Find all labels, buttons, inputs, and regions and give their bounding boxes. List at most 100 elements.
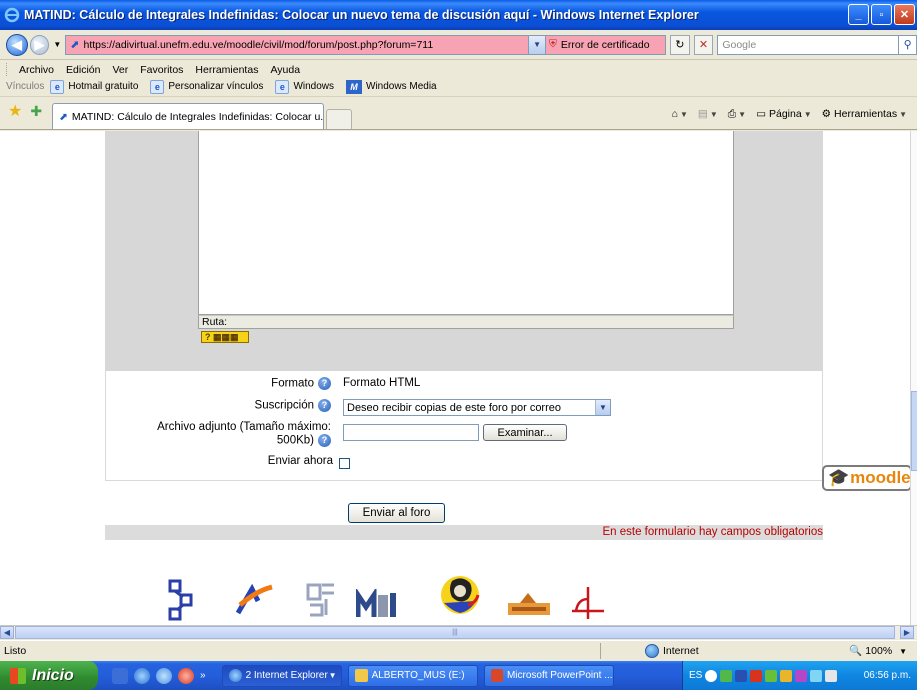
menu-archivo[interactable]: Archivo bbox=[19, 64, 54, 76]
tray-app-icon[interactable] bbox=[780, 669, 793, 682]
menu-ver[interactable]: Ver bbox=[112, 64, 128, 76]
attachment-file-input[interactable] bbox=[343, 424, 479, 441]
mortarboard-icon: 🎓 bbox=[828, 468, 850, 487]
address-dropdown-icon[interactable]: ▼ bbox=[529, 34, 546, 55]
new-tab-button[interactable] bbox=[326, 109, 353, 129]
subscription-label: Suscripción? bbox=[106, 399, 333, 412]
bolivar-portrait-logo-icon bbox=[441, 576, 480, 614]
refresh-icon[interactable]: ↻ bbox=[669, 34, 690, 55]
back-button[interactable]: ◀ bbox=[6, 33, 28, 56]
horizontal-scrollbar[interactable]: ◀ ||| ▶ bbox=[0, 625, 917, 639]
grey-emblem-logo-icon bbox=[306, 583, 334, 617]
address-toolbar: ◀ ▶ ▼ ⬈ https://adivirtual.unefm.edu.ve/… bbox=[0, 30, 917, 60]
tab-active[interactable]: ⬈ MATIND: Cálculo de Integrales Indefini… bbox=[52, 103, 325, 129]
link-windows-media[interactable]: M Windows Media bbox=[346, 79, 437, 94]
format-label-text: Formato bbox=[271, 377, 314, 390]
subscription-select[interactable]: Deseo recibir copias de este foro por co… bbox=[343, 399, 611, 416]
internet-explorer-icon bbox=[4, 7, 20, 23]
menu-herramientas[interactable]: Herramientas bbox=[195, 64, 258, 76]
help-keyboard-icon[interactable]: ? ▦▦▦ bbox=[201, 331, 249, 343]
window-title: MATIND: Cálculo de Integrales Indefinida… bbox=[24, 8, 699, 22]
quick-launch-overflow-icon[interactable]: » bbox=[200, 670, 206, 681]
task-powerpoint[interactable]: Microsoft PowerPoint ... bbox=[483, 664, 614, 687]
toolbar-grip[interactable] bbox=[6, 63, 9, 76]
print-icon[interactable]: ⎙ ▼ bbox=[728, 108, 746, 121]
send-now-label-text: Enviar ahora bbox=[267, 455, 333, 467]
submit-post-button[interactable]: Enviar al foro bbox=[348, 503, 445, 523]
task-alberto-mus[interactable]: ALBERTO_MUS (E:) bbox=[347, 664, 478, 687]
close-icon[interactable]: ✕ bbox=[894, 4, 915, 25]
add-favorite-icon[interactable]: ✚ bbox=[30, 103, 42, 120]
tray-app-icon[interactable] bbox=[750, 669, 763, 682]
search-input[interactable]: Google bbox=[717, 34, 900, 55]
zoom-icon: 🔍 bbox=[849, 645, 863, 657]
vertical-scroll-thumb[interactable] bbox=[911, 391, 917, 471]
browse-button[interactable]: Examinar... bbox=[483, 424, 567, 441]
globe-icon bbox=[645, 643, 659, 658]
scroll-right-icon[interactable]: ▶ bbox=[900, 626, 914, 639]
tray-app-icon[interactable] bbox=[705, 669, 718, 682]
certificate-error-label: Error de certificado bbox=[560, 38, 650, 51]
feeds-icon[interactable]: ▤ ▼ bbox=[698, 108, 718, 120]
window-titlebar: MATIND: Cálculo de Integrales Indefinida… bbox=[0, 0, 917, 30]
stop-icon[interactable]: ✕ bbox=[693, 34, 714, 55]
help-icon[interactable]: ? bbox=[318, 399, 331, 412]
address-bar[interactable]: ⬈ https://adivirtual.unefm.edu.ve/moodle… bbox=[65, 34, 530, 55]
system-tray: ES 06:56 p.m. bbox=[682, 661, 917, 690]
quick-launch: » bbox=[112, 667, 206, 684]
link-hotmail[interactable]: e Hotmail gratuito bbox=[50, 79, 138, 94]
message-editor[interactable] bbox=[198, 131, 734, 315]
forward-button[interactable]: ▶ bbox=[29, 34, 50, 55]
link-windows[interactable]: e Windows bbox=[275, 79, 334, 94]
tab-bar: ★ ✚ ⬈ MATIND: Cálculo de Integrales Inde… bbox=[0, 96, 917, 130]
tray-app-icon[interactable] bbox=[765, 669, 778, 682]
task-internet-explorer[interactable]: 2 Internet Explorer ▼ bbox=[221, 664, 342, 687]
send-now-label: Enviar ahora bbox=[106, 455, 333, 467]
zoom-level[interactable]: 🔍 100% ▼ bbox=[849, 644, 907, 657]
required-fields-note: En este formulario hay campos obligatori… bbox=[602, 526, 823, 538]
menu-ayuda[interactable]: Ayuda bbox=[270, 64, 300, 76]
send-now-checkbox[interactable] bbox=[339, 458, 350, 469]
scroll-left-icon[interactable]: ◀ bbox=[0, 626, 14, 639]
shield-warning-icon: ⛨ bbox=[548, 38, 557, 50]
required-fields-bar: En este formulario hay campos obligatori… bbox=[105, 525, 823, 540]
media-player-icon[interactable] bbox=[156, 667, 172, 684]
tray-app-icon[interactable] bbox=[810, 669, 823, 682]
status-text: Listo bbox=[4, 644, 27, 657]
speaker-icon[interactable] bbox=[825, 669, 838, 682]
maximize-icon[interactable]: ▫ bbox=[871, 4, 892, 25]
show-desktop-icon[interactable] bbox=[112, 667, 128, 684]
link-windows-media-label: Windows Media bbox=[366, 81, 437, 92]
link-personalizar[interactable]: e Personalizar vínculos bbox=[150, 79, 263, 94]
certificate-error-button[interactable]: ⛨ Error de certificado bbox=[545, 34, 666, 55]
format-value: Formato HTML bbox=[343, 377, 421, 389]
tray-app-icon[interactable] bbox=[735, 669, 748, 682]
minimize-icon[interactable]: _ bbox=[848, 4, 869, 25]
page-menu-button[interactable]: ▭ Página ▼ bbox=[756, 108, 812, 120]
vertical-scrollbar[interactable] bbox=[910, 131, 917, 625]
home-icon[interactable]: ⌂ ▼ bbox=[672, 108, 688, 120]
moodle-logo[interactable]: 🎓 moodle bbox=[822, 465, 912, 491]
help-icon[interactable]: ? bbox=[318, 377, 331, 390]
help-icon[interactable]: ? bbox=[318, 434, 331, 447]
horizontal-scroll-thumb[interactable]: ||| bbox=[15, 626, 895, 639]
tray-app-icon[interactable] bbox=[795, 669, 808, 682]
page-icon: ⬈ bbox=[70, 39, 80, 51]
tray-app-icon[interactable] bbox=[720, 669, 733, 682]
ie-page-icon: e bbox=[150, 79, 165, 94]
opera-icon[interactable] bbox=[178, 667, 194, 684]
favorites-star-icon[interactable]: ★ bbox=[8, 101, 22, 121]
tab-active-label: MATIND: Cálculo de Integrales Indefinida… bbox=[71, 110, 325, 123]
folder-icon bbox=[354, 669, 368, 682]
post-form: Formato? Formato HTML Suscripción? Deseo… bbox=[105, 371, 823, 481]
history-dropdown-icon[interactable]: ▼ bbox=[53, 40, 61, 49]
tools-menu-button[interactable]: ⚙ Herramientas ▼ bbox=[822, 108, 907, 120]
windows-taskbar: Inicio » 2 Internet Explorer ▼ ALBERTO_M… bbox=[0, 661, 917, 690]
language-indicator[interactable]: ES bbox=[689, 670, 702, 681]
start-button[interactable]: Inicio bbox=[0, 661, 98, 690]
menu-favoritos[interactable]: Favoritos bbox=[140, 64, 183, 76]
menu-edicion[interactable]: Edición bbox=[66, 64, 100, 76]
internet-explorer-icon[interactable] bbox=[134, 667, 150, 684]
security-zone[interactable]: Internet bbox=[645, 643, 699, 658]
search-icon[interactable]: ⚲ bbox=[899, 34, 917, 55]
